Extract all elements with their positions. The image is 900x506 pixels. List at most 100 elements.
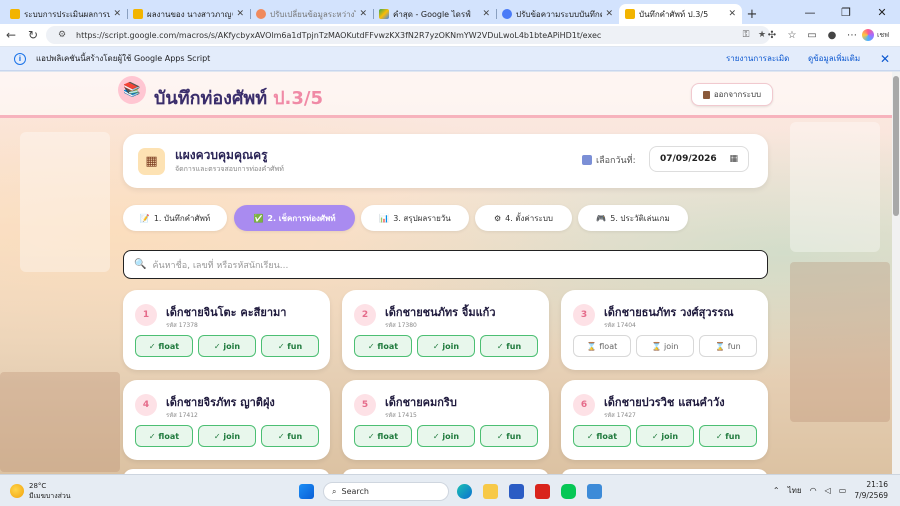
logout-button[interactable]: ออกจากระบบ bbox=[691, 83, 773, 106]
student-name: เด็กชายธนภัทร วงศ์สุวรรณ bbox=[604, 306, 734, 319]
info-icon: i bbox=[14, 52, 26, 65]
volume-icon[interactable]: ◁ bbox=[825, 486, 831, 495]
word-button-join[interactable]: ✓ join bbox=[198, 425, 256, 447]
sidebar-icon[interactable]: ▭ bbox=[802, 30, 822, 41]
gemini-profile-button[interactable]: เชฟ bbox=[862, 29, 900, 41]
extensions-puzzle-icon[interactable]: ☆ bbox=[782, 30, 802, 41]
word-button-float[interactable]: ✓ float bbox=[354, 425, 412, 447]
tab-record-vocab[interactable]: 📝 1. บันทึกคำศัพท์ bbox=[123, 205, 227, 231]
close-icon[interactable]: ✕ bbox=[605, 9, 613, 19]
student-search-input[interactable]: 🔍 ค้นหาชื่อ, เลขที่ หรือรหัสนักเรียน... bbox=[123, 250, 768, 279]
student-card: 4 เด็กชายจิรภัทร ญาติฝุ่ง รหัส 17412 ✓ f… bbox=[123, 380, 330, 460]
student-name: เด็กชายชนภัทร จิ้มแก้ว bbox=[385, 306, 496, 319]
word-button-float[interactable]: ✓ float bbox=[135, 335, 193, 357]
word-button-join[interactable]: ✓ join bbox=[636, 425, 694, 447]
menu-dots-icon[interactable]: ⋯ bbox=[842, 30, 862, 41]
tab-game-history[interactable]: 🎮 5. ประวัติเล่นเกม bbox=[578, 205, 688, 231]
new-tab-button[interactable]: + bbox=[742, 4, 762, 24]
browser-tab[interactable]: ระบบการประเมินผลการปฏิบัติงาน✕ bbox=[4, 4, 127, 24]
page-scrollbar[interactable] bbox=[892, 72, 900, 474]
clock[interactable]: 21:16 7/9/2569 bbox=[854, 479, 888, 501]
word-button-join[interactable]: ⌛ join bbox=[636, 335, 694, 357]
weather-widget[interactable]: 28°C มีเมฆบางส่วน bbox=[10, 481, 71, 501]
browser-tab[interactable]: ปรับข้อความระบบบันทึกคำศัพท์✕ bbox=[496, 4, 619, 24]
word-button-fun[interactable]: ✓ fun bbox=[699, 425, 757, 447]
date-picker-input[interactable]: 07/09/2026 ▦ bbox=[649, 146, 749, 172]
extension-icon[interactable]: ✣ bbox=[762, 30, 782, 41]
word-button-fun[interactable]: ✓ fun bbox=[480, 335, 538, 357]
reload-icon[interactable]: ↻ bbox=[22, 24, 44, 46]
close-icon[interactable]: ✕ bbox=[728, 9, 736, 19]
panel-subtitle: จัดการและตรวจสอบการท่องคำศัพท์ bbox=[175, 165, 284, 173]
app-icon[interactable] bbox=[587, 484, 602, 499]
tab-daily-summary[interactable]: 📊 3. สรุปผลรายวัน bbox=[361, 205, 469, 231]
word-button-float[interactable]: ✓ float bbox=[573, 425, 631, 447]
system-tray: ⌃ ไทย ◠ ◁ ▭ 21:16 7/9/2569 bbox=[773, 479, 888, 501]
date-label: เลือกวันที่: bbox=[582, 153, 636, 167]
word-button-fun[interactable]: ✓ fun bbox=[261, 425, 319, 447]
maximize-icon[interactable]: ❐ bbox=[828, 0, 864, 24]
report-abuse-link[interactable]: รายงานการละเมิด bbox=[726, 52, 789, 65]
windows-start-icon[interactable] bbox=[299, 484, 314, 499]
tab-check-vocab[interactable]: ✅ 2. เช็คการท่องศัพท์ bbox=[234, 205, 355, 231]
word-button-join[interactable]: ✓ join bbox=[417, 425, 475, 447]
student-number: 2 bbox=[354, 304, 376, 326]
browser-tab-active[interactable]: บันทึกคำศัพท์ ป.3/5 ✕ bbox=[619, 4, 742, 24]
word-button-join[interactable]: ✓ join bbox=[417, 335, 475, 357]
door-icon bbox=[702, 90, 710, 99]
word-button-float[interactable]: ✓ float bbox=[135, 425, 193, 447]
word-button-float[interactable]: ✓ float bbox=[354, 335, 412, 357]
search-icon: 🔍 bbox=[134, 259, 147, 270]
calendar-icon[interactable]: ▦ bbox=[729, 154, 738, 164]
word-button-fun[interactable]: ⌛ fun bbox=[699, 335, 757, 357]
warning-favicon-icon bbox=[625, 9, 635, 19]
scrollbar-thumb[interactable] bbox=[893, 76, 899, 216]
background-desk bbox=[0, 372, 120, 472]
minimize-icon[interactable]: — bbox=[792, 0, 828, 24]
weather-sun-icon bbox=[10, 484, 24, 498]
student-card: 1 เด็กชายจินโตะ คะสียามา รหัส 17378 ✓ fl… bbox=[123, 290, 330, 370]
gemini-icon bbox=[862, 29, 874, 41]
close-icon[interactable]: ✕ bbox=[482, 9, 490, 19]
close-icon[interactable]: ✕ bbox=[236, 9, 244, 19]
omnibox[interactable]: ⚙ https://script.google.com/macros/s/AKf… bbox=[46, 26, 770, 44]
back-icon[interactable]: ← bbox=[0, 24, 22, 46]
word-buttons: ⌛ float ⌛ join ⌛ fun bbox=[573, 335, 757, 357]
edge-icon[interactable] bbox=[457, 484, 472, 499]
word-icon[interactable] bbox=[509, 484, 524, 499]
acrobat-icon[interactable] bbox=[535, 484, 550, 499]
chevron-up-icon[interactable]: ⌃ bbox=[773, 486, 780, 495]
word-buttons: ✓ float ✓ join ✓ fun bbox=[135, 335, 319, 357]
close-window-icon[interactable]: ✕ bbox=[864, 0, 900, 24]
line-icon[interactable] bbox=[561, 484, 576, 499]
word-button-fun[interactable]: ✓ fun bbox=[480, 425, 538, 447]
close-icon[interactable]: ✕ bbox=[113, 9, 121, 19]
browser-tab[interactable]: คำสุด - Google ไดรฟ์ ✕ bbox=[373, 4, 496, 24]
word-buttons: ✓ float ✓ join ✓ fun bbox=[135, 425, 319, 447]
site-info-icon[interactable]: ⚙ bbox=[54, 30, 70, 40]
wifi-icon[interactable]: ◠ bbox=[810, 486, 817, 495]
infobar-message: แอปพลิเคชันนี้สร้างโดยผู้ใช้ Google Apps… bbox=[36, 54, 211, 63]
tab-settings[interactable]: ⚙ 4. ตั้งค่าระบบ bbox=[475, 205, 572, 231]
close-icon[interactable]: ✕ bbox=[359, 9, 367, 19]
learn-more-link[interactable]: ดูข้อมูลเพิ่มเติม bbox=[808, 52, 860, 65]
browser-tab[interactable]: ปรับเปลี่ยนข้อมูลระหว่างไฟล์ - Cl✕ bbox=[250, 4, 373, 24]
student-id: รหัส 17412 bbox=[166, 412, 198, 419]
student-number: 6 bbox=[573, 394, 595, 416]
close-icon[interactable]: ✕ bbox=[880, 52, 890, 66]
word-button-join[interactable]: ✓ join bbox=[198, 335, 256, 357]
drive-favicon-icon bbox=[379, 9, 389, 19]
taskbar-search[interactable]: ⌕ Search bbox=[323, 482, 449, 501]
browser-tab[interactable]: ผลงานของ นางสาวภาญจนา วงศ์✕ bbox=[127, 4, 250, 24]
calendar-icon bbox=[582, 155, 592, 165]
key-icon[interactable]: ⚿ bbox=[738, 30, 754, 40]
avatar[interactable]: ● bbox=[822, 30, 842, 41]
student-id: รหัส 17404 bbox=[604, 322, 636, 329]
battery-icon[interactable]: ▭ bbox=[839, 486, 847, 495]
language-indicator[interactable]: ไทย bbox=[788, 484, 802, 497]
word-buttons: ✓ float ✓ join ✓ fun bbox=[354, 335, 538, 357]
file-explorer-icon[interactable] bbox=[483, 484, 498, 499]
url-text[interactable]: https://script.google.com/macros/s/AKfyc… bbox=[76, 31, 738, 40]
word-button-float[interactable]: ⌛ float bbox=[573, 335, 631, 357]
word-button-fun[interactable]: ✓ fun bbox=[261, 335, 319, 357]
